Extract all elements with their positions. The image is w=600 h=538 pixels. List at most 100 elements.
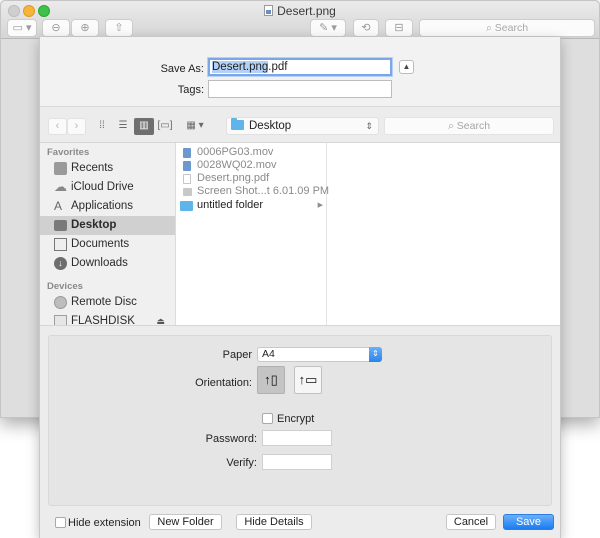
sidebar: Favorites Recents ☁ iCloud Drive A Applica… xyxy=(40,143,176,325)
arrange-icon: ▦ ▾ xyxy=(186,120,204,131)
save-as-extension: .pdf xyxy=(268,61,288,73)
cloud-icon: ☁ xyxy=(54,179,67,194)
eject-icon[interactable]: ⏏ xyxy=(156,312,165,325)
rotate-button[interactable]: ⟲ xyxy=(353,19,379,37)
disk-icon xyxy=(54,315,67,325)
file-name: 0006PG03.mov xyxy=(197,146,274,158)
devices-header: Devices xyxy=(47,281,83,292)
sidebar-item-applications[interactable]: A Applications xyxy=(40,197,175,216)
title-bar: Desert.png ▭ ▾ ⊖ ⊕ ⇧ ✎ ▾ ⟲ ⊟ ⌕ Search xyxy=(1,1,599,39)
search-icon: ⌕ xyxy=(485,22,495,34)
hide-details-button[interactable]: Hide Details xyxy=(236,514,312,530)
new-folder-button[interactable]: New Folder xyxy=(149,514,222,530)
zoom-out-icon: ⊖ xyxy=(51,22,61,34)
markup-button[interactable]: ✎ ▾ xyxy=(310,19,346,37)
rotate-icon: ⟲ xyxy=(361,22,371,34)
sidebar-item-desktop[interactable]: Desktop xyxy=(40,216,175,235)
sidebar-item-recents[interactable]: Recents xyxy=(40,159,175,178)
sidebar-item-documents[interactable]: Documents xyxy=(40,235,175,254)
chevron-right-icon: › xyxy=(74,120,79,132)
share-icon: ⇧ xyxy=(114,22,124,34)
cover-flow-button[interactable]: [▭] xyxy=(155,118,175,135)
toolbox-button[interactable]: ⊟ xyxy=(385,19,413,37)
verify-field[interactable] xyxy=(262,454,332,470)
landscape-button[interactable]: ↑▭ xyxy=(294,366,322,394)
password-label: Password: xyxy=(205,433,257,445)
file-column: 0006PG03.mov 0028WQ02.mov Desert.png.pdf… xyxy=(177,143,330,325)
updown-icon: ⇕ xyxy=(369,347,382,362)
file-item[interactable]: 0006PG03.mov xyxy=(177,146,327,159)
file-name: Screen Shot...t 6.01.09 PM xyxy=(197,185,330,197)
sidebar-item-label: Documents xyxy=(71,238,130,250)
movie-icon xyxy=(183,148,191,158)
save-header: Save As: Desert.png.pdf ▲ Tags: xyxy=(40,37,560,106)
save-button[interactable]: Save xyxy=(503,514,554,530)
window-title: Desert.png xyxy=(1,4,599,18)
save-sheet: Save As: Desert.png.pdf ▲ Tags: ‹ › ⁞⁞ ☰… xyxy=(39,37,561,538)
zoom-in-icon: ⊕ xyxy=(80,22,90,34)
sidebar-item-downloads[interactable]: ↓ Downloads xyxy=(40,254,175,273)
sidebar-item-label: Recents xyxy=(71,162,114,174)
window-search-field[interactable]: ⌕ Search xyxy=(419,19,595,37)
file-item[interactable]: 0028WQ02.mov xyxy=(177,159,327,172)
sidebar-toggle-button[interactable]: ▭ ▾ xyxy=(7,19,37,37)
screenshot-icon xyxy=(183,188,192,196)
paper-value: A4 xyxy=(262,348,275,360)
pen-icon: ✎ ▾ xyxy=(319,22,337,34)
zoom-in-button[interactable]: ⊕ xyxy=(71,19,99,37)
recents-icon xyxy=(54,162,67,175)
grid-icon: ⁞⁞ xyxy=(99,120,105,131)
file-item[interactable]: Screen Shot...t 6.01.09 PM xyxy=(177,185,330,198)
expand-button[interactable]: ▲ xyxy=(399,60,414,74)
sidebar-item-label: Downloads xyxy=(71,257,128,269)
chevron-left-icon: ‹ xyxy=(55,120,60,132)
portrait-icon: ↑▯ xyxy=(264,372,278,387)
applications-icon: A xyxy=(54,199,63,213)
columns-icon: ▥ xyxy=(139,120,149,131)
location-popup[interactable]: Desktop ⇕ xyxy=(226,117,379,135)
sheet-search-placeholder: Search xyxy=(456,120,491,132)
folder-icon xyxy=(180,201,193,211)
sidebar-item-flashdisk[interactable]: FLASHDISK ⏏ xyxy=(40,312,175,325)
save-as-selected-text: Desert.png xyxy=(212,61,269,73)
documents-icon xyxy=(54,238,67,251)
list-view-button[interactable]: ☰ xyxy=(113,118,133,135)
pdf-icon xyxy=(183,174,191,184)
forward-button[interactable]: › xyxy=(67,118,86,135)
save-as-label: Save As: xyxy=(160,63,204,75)
cancel-button[interactable]: Cancel xyxy=(446,514,496,530)
file-item[interactable]: Desert.png.pdf xyxy=(177,172,327,185)
hide-extension-checkbox[interactable] xyxy=(55,517,66,528)
sidebar-item-label: iCloud Drive xyxy=(71,181,134,193)
sidebar-icon: ▭ ▾ xyxy=(12,22,32,34)
updown-icon: ⇕ xyxy=(365,121,373,131)
document-icon xyxy=(264,5,274,16)
paper-label: Paper xyxy=(222,349,252,361)
paper-popup[interactable]: A4 ⇕ xyxy=(257,347,382,362)
toolbox-icon: ⊟ xyxy=(394,22,404,34)
back-button[interactable]: ‹ xyxy=(48,118,67,135)
folder-item[interactable]: untitled folder ▶ xyxy=(177,199,327,212)
save-as-field[interactable]: Desert.png.pdf xyxy=(208,58,392,76)
sidebar-item-remote-disc[interactable]: Remote Disc xyxy=(40,293,175,312)
file-browser: Favorites Recents ☁ iCloud Drive A Applica… xyxy=(40,142,560,326)
password-field[interactable] xyxy=(262,430,332,446)
tags-field[interactable] xyxy=(208,80,392,98)
sidebar-item-label: Desktop xyxy=(71,219,117,231)
column-view-button[interactable]: ▥ xyxy=(134,118,154,135)
file-name: Desert.png.pdf xyxy=(197,172,270,184)
encrypt-checkbox[interactable] xyxy=(262,413,273,424)
verify-label: Verify: xyxy=(226,457,257,469)
zoom-out-button[interactable]: ⊖ xyxy=(42,19,70,37)
share-button[interactable]: ⇧ xyxy=(105,19,133,37)
navigation-bar: ‹ › ⁞⁞ ☰ ▥ [▭] ▦ ▾ Desktop ⇕ ⌕ Search xyxy=(40,106,560,142)
print-options-panel: Paper A4 ⇕ Orientation: ↑▯ ↑▭ Encrypt Pas… xyxy=(48,335,552,506)
sidebar-item-icloud-drive[interactable]: ☁ iCloud Drive xyxy=(40,178,175,197)
landscape-icon: ↑▭ xyxy=(298,372,318,387)
desktop-icon xyxy=(54,220,67,231)
arrange-button[interactable]: ▦ ▾ xyxy=(182,118,208,135)
list-icon: ☰ xyxy=(118,120,128,131)
portrait-button[interactable]: ↑▯ xyxy=(257,366,285,394)
icon-view-button[interactable]: ⁞⁞ xyxy=(92,118,112,135)
sheet-search-field[interactable]: ⌕ Search xyxy=(384,117,554,135)
